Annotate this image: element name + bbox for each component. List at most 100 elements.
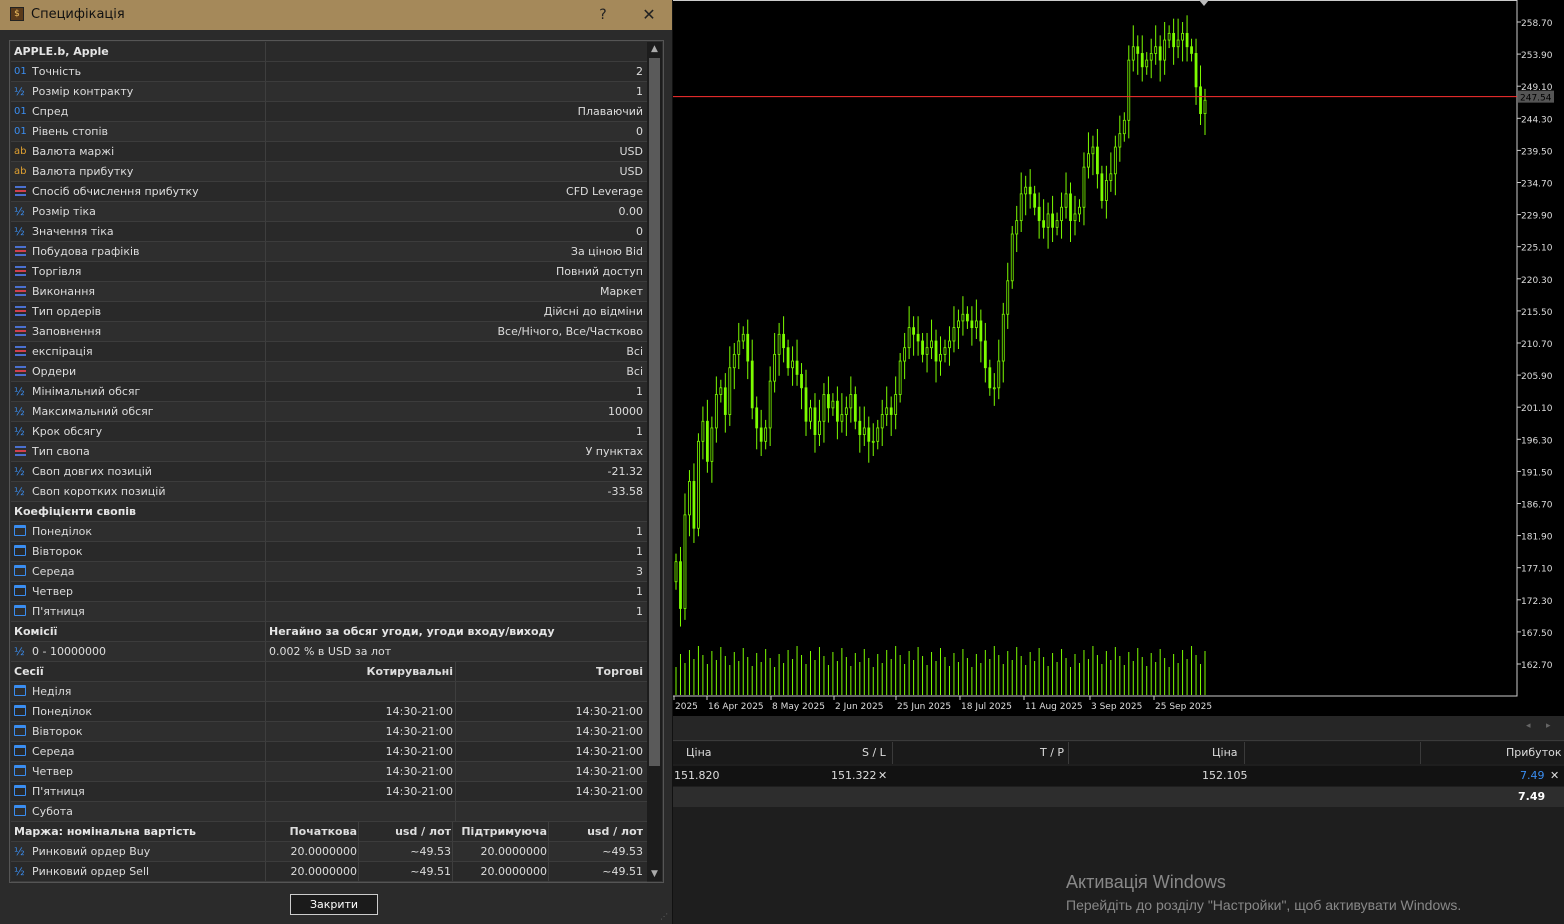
candle-body [719,387,723,395]
candle-body [1118,133,1122,148]
commission-range: 0 - 10000000 [32,645,106,658]
windows-activation-watermark: Активація Windows Перейдіть до розділу "… [1066,872,1461,913]
session-row[interactable]: Середа 14:30-21:00 14:30-21:00 [11,742,647,762]
candle-body [849,394,853,409]
margin-value: 20.0000000 [290,865,357,878]
spec-row[interactable]: Тип ордерів Дійсні до відміни [11,302,647,322]
spec-row[interactable]: Спосіб обчислення прибутку CFD Leverage [11,182,647,202]
fraction-icon: ½ [14,385,25,398]
candle-body [777,333,781,355]
x-tick-label: 16 Apr 2025 [708,702,764,712]
scrollbar-thumb[interactable] [649,58,660,766]
column-divider [265,202,266,221]
close-button[interactable]: Закрити [290,894,378,915]
spec-row[interactable]: Четвер 1 [11,582,647,602]
column-divider [265,242,266,261]
commissions-header-row: Комісії Негайно за обсяг угоди, угоди вхо… [11,622,647,642]
dialog-titlebar[interactable]: $ Специфікація ? ✕ [0,0,672,30]
spec-row[interactable]: ½ Розмір контракту 1 [11,82,647,102]
spec-row[interactable]: Ордери Всі [11,362,647,382]
column-divider [265,522,266,541]
scroll-right-icon[interactable]: ▸ [1546,721,1551,731]
scroll-up-icon[interactable]: ▲ [647,42,662,56]
margin-value: 20.0000000 [480,845,547,858]
candle-body [979,320,983,342]
spec-row[interactable]: 01 Точність 2 [11,62,647,82]
help-button[interactable]: ? [592,4,614,26]
spec-row[interactable]: 01 Рівень стопів 0 [11,122,647,142]
session-row[interactable]: Четвер 14:30-21:00 14:30-21:00 [11,762,647,782]
margin-row[interactable]: ½ Ринковий ордер Sell 20.0000000 ~49.51 20.0… [11,862,647,882]
sl-remove-icon[interactable]: ✕ [878,769,887,782]
spec-value [269,42,643,61]
candle-body [791,360,794,369]
margin-value: 20.0000000 [480,865,547,878]
commission-row[interactable]: ½ 0 - 10000000 0.002 % в USD за лот [11,642,647,662]
candle-body [1037,206,1041,222]
spec-row[interactable]: ab Валюта маржі USD [11,142,647,162]
session-row[interactable]: Вівторок 14:30-21:00 14:30-21:00 [11,722,647,742]
spec-row[interactable]: ½ Крок обсягу 1 [11,422,647,442]
session-row[interactable]: Субота [11,802,647,822]
column-divider [265,622,266,641]
col-tp[interactable]: T / P [1040,746,1064,759]
column-divider [265,282,266,301]
col-open-price[interactable]: Ціна [686,746,712,759]
spec-row[interactable]: Торгівля Повний доступ [11,262,647,282]
spec-row[interactable]: Понеділок 1 [11,522,647,542]
spec-row[interactable]: ½ Своп коротких позицій -33.58 [11,482,647,502]
spec-row[interactable]: 01 Спред Плаваючий [11,102,647,122]
spec-row[interactable]: П'ятниця 1 [11,602,647,622]
candle-body [1033,193,1037,208]
position-row[interactable]: 151.820 151.322 ✕ 152.105 7.49 ✕ [672,766,1564,786]
col-sl[interactable]: S / L [862,746,886,759]
candle-body [983,340,987,369]
spec-row[interactable]: Побудова графіків За ціною Bid [11,242,647,262]
spec-value: 2 [636,65,643,78]
column-divider [455,702,456,721]
price-chart[interactable]: 258.70 253.90 249.10 244.30 239.50 234.70 229.… [672,0,1564,716]
candle-body [818,420,821,436]
column-divider [265,62,266,81]
candle-body [764,427,768,442]
session-row[interactable]: П'ятниця 14:30-21:00 14:30-21:00 [11,782,647,802]
col-current-price[interactable]: Ціна [1212,746,1238,759]
session-trade-hours [459,802,643,821]
vertical-scrollbar[interactable]: ▲ ▼ [647,42,662,881]
spec-row[interactable]: Заповнення Все/Нічого, Все/Частково [11,322,647,342]
session-trade-hours: 14:30-21:00 [575,725,643,738]
margin-row[interactable]: ½ Ринковий ордер Buy 20.0000000 ~49.53 20.00… [11,842,647,862]
chart-canvas[interactable]: 258.70253.90249.10244.30239.50234.70229.… [672,0,1564,716]
column-divider [265,102,266,121]
list-icon [15,326,26,337]
spec-value: 1 [636,85,643,98]
candle-body [773,353,777,382]
spec-row[interactable]: ½ Значення тіка 0 [11,222,647,242]
session-row[interactable]: Понеділок 14:30-21:00 14:30-21:00 [11,702,647,722]
margin-header-row: Маржа: номінальна вартість Початкова usd /… [11,822,647,842]
spec-row[interactable]: ½ Максимальний обсяг 10000 [11,402,647,422]
candle-body [939,353,942,362]
spec-row[interactable]: ½ Мінімальний обсяг 1 [11,382,647,402]
spec-row[interactable]: Вівторок 1 [11,542,647,562]
spec-row[interactable]: Середа 3 [11,562,647,582]
close-position-icon[interactable]: ✕ [1550,769,1559,782]
resize-grip-icon[interactable]: ⋰ [660,912,670,922]
spec-value: 1 [636,385,643,398]
col-profit[interactable]: Прибуток [1506,746,1561,759]
spec-row[interactable]: Тип свопа У пунктах [11,442,647,462]
spec-row[interactable]: ½ Своп довгих позицій -21.32 [11,462,647,482]
specification-table[interactable]: APPLE.b, Apple 01 Точність 2 ½ Розмір контрак… [9,40,664,883]
spec-row[interactable]: Виконання Маркет [11,282,647,302]
scroll-left-icon[interactable]: ◂ [1526,721,1531,731]
close-icon[interactable]: ✕ [638,4,660,26]
spec-label: Спред [32,105,69,118]
session-quote-hours: 14:30-21:00 [385,765,453,778]
spec-row[interactable]: експірація Всі [11,342,647,362]
spec-row[interactable]: ab Валюта прибутку USD [11,162,647,182]
candle-body [876,427,880,442]
session-row[interactable]: Неділя [11,682,647,702]
scroll-down-icon[interactable]: ▼ [647,867,662,881]
y-tick-label: 225.10 [1521,244,1553,254]
spec-row[interactable]: ½ Розмір тіка 0.00 [11,202,647,222]
